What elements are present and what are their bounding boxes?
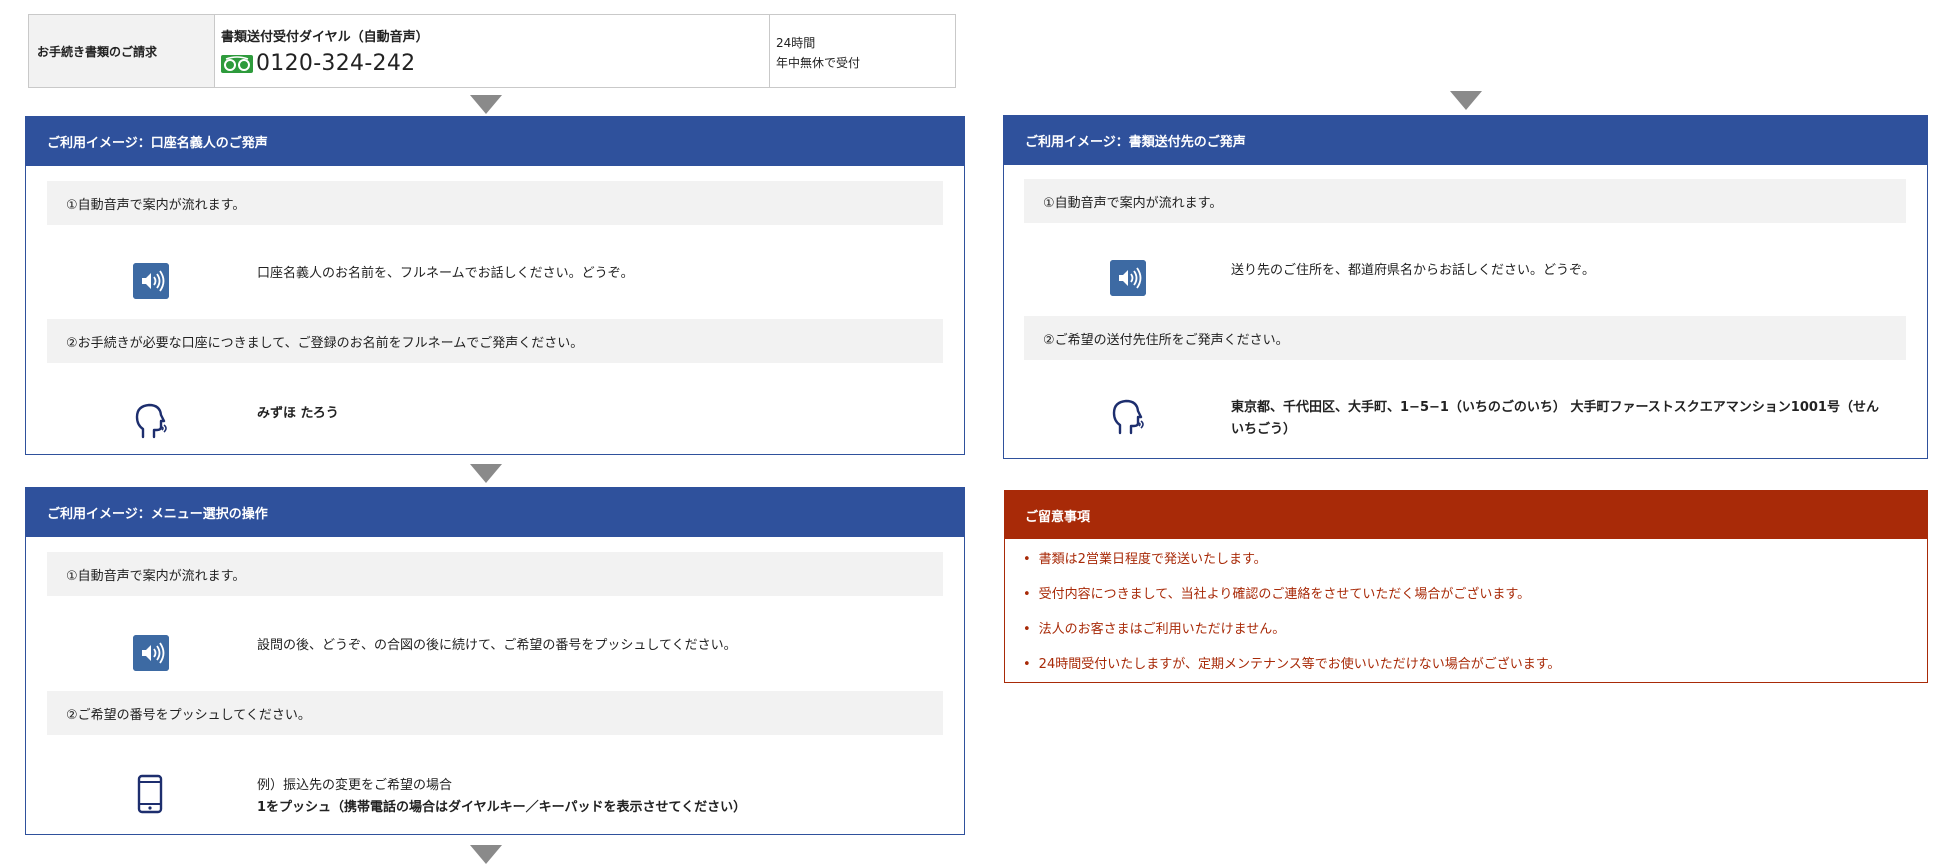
- note-item: 受付内容につきまして、当社より確認のご連絡をさせていただく場合がございます。: [1023, 583, 1530, 602]
- note-item: 24時間受付いたしますが、定期メンテナンス等でお使いいただけない場合がございます…: [1023, 653, 1561, 672]
- voice-prompt-text: 設問の後、どうぞ、の合図の後に続けて、ご希望の番号をプッシュしてください。: [257, 638, 737, 653]
- speaking-head-icon: [135, 403, 167, 439]
- example-line2: 1をプッシュ（携帯電話の場合はダイヤルキー／キーパッドを表示させてください）: [257, 800, 747, 815]
- notes-panel: ご留意事項 書類は2営業日程度で発送いたします。 受付内容につきまして、当社より…: [1004, 490, 1928, 683]
- speaker-icon: [1110, 260, 1146, 296]
- hours-line1: 24時間: [776, 36, 816, 50]
- voice-prompt-text: 口座名義人のお名前を、フルネームでお話しください。どうぞ。: [257, 266, 634, 281]
- arrow-down-icon: [470, 464, 502, 483]
- panel-mailing-address: ご利用イメージ：書類送付先のご発声 ①自動音声で案内が流れます。 送り先のご住所…: [1003, 115, 1928, 459]
- note-item: 書類は2営業日程度で発送いたします。: [1023, 548, 1267, 567]
- panel-title: ご利用イメージ：書類送付先のご発声: [1004, 116, 1927, 165]
- info-label: お手続き書類のご請求: [29, 15, 215, 87]
- arrow-down-icon: [470, 845, 502, 864]
- spoken-address-line2: いちごう）: [1231, 422, 1297, 437]
- step-1: ①自動音声で案内が流れます。: [47, 181, 943, 225]
- arrow-down-icon: [1450, 91, 1482, 110]
- step-2: ②ご希望の番号をプッシュしてください。: [47, 691, 943, 735]
- hours-line2: 年中無休で受付: [776, 56, 861, 70]
- spoken-answer: みずほ たろう: [257, 406, 339, 421]
- notes-title: ご留意事項: [1005, 491, 1927, 539]
- step-2: ②お手続きが必要な口座につきまして、ご登録のお名前をフルネームでご発声ください。: [47, 319, 943, 363]
- contact-info-table: お手続き書類のご請求 書類送付受付ダイヤル（自動音声） 0120-324-242…: [28, 14, 956, 88]
- speaking-head-icon: [1112, 399, 1144, 435]
- dial-title: 書類送付受付ダイヤル（自動音声）: [221, 30, 429, 45]
- panel-account-holder-name: ご利用イメージ：口座名義人のご発声 ①自動音声で案内が流れます。 口座名義人のお…: [25, 116, 965, 455]
- phone-number[interactable]: 0120-324-242: [256, 51, 415, 76]
- note-item: 法人のお客さまはご利用いただけません。: [1023, 618, 1286, 637]
- step-1: ①自動音声で案内が流れます。: [47, 552, 943, 596]
- freedial-icon: [221, 54, 253, 73]
- phone-number-row[interactable]: 0120-324-242: [221, 51, 769, 76]
- hours-cell: 24時間 年中無休で受付: [770, 15, 955, 87]
- arrow-down-icon: [470, 95, 502, 114]
- dial-cell: 書類送付受付ダイヤル（自動音声） 0120-324-242: [215, 15, 770, 87]
- speaker-icon: [133, 635, 169, 671]
- panel-title: ご利用イメージ：メニュー選択の操作: [26, 488, 964, 537]
- spoken-address-line1: 東京都、千代田区、大手町、1−5−1（いちのごのいち） 大手町ファーストスクエア…: [1231, 400, 1879, 415]
- speaker-icon: [133, 263, 169, 299]
- step-1: ①自動音声で案内が流れます。: [1024, 179, 1906, 223]
- step-2: ②ご希望の送付先住所をご発声ください。: [1024, 316, 1906, 360]
- voice-prompt-text: 送り先のご住所を、都道府県名からお話しください。どうぞ。: [1231, 263, 1596, 278]
- panel-title: ご利用イメージ：口座名義人のご発声: [26, 117, 964, 166]
- smartphone-icon: [137, 774, 163, 814]
- panel-menu-selection: ご利用イメージ：メニュー選択の操作 ①自動音声で案内が流れます。 設問の後、どう…: [25, 487, 965, 835]
- example-line1: 例）振込先の変更をご希望の場合: [257, 778, 453, 793]
